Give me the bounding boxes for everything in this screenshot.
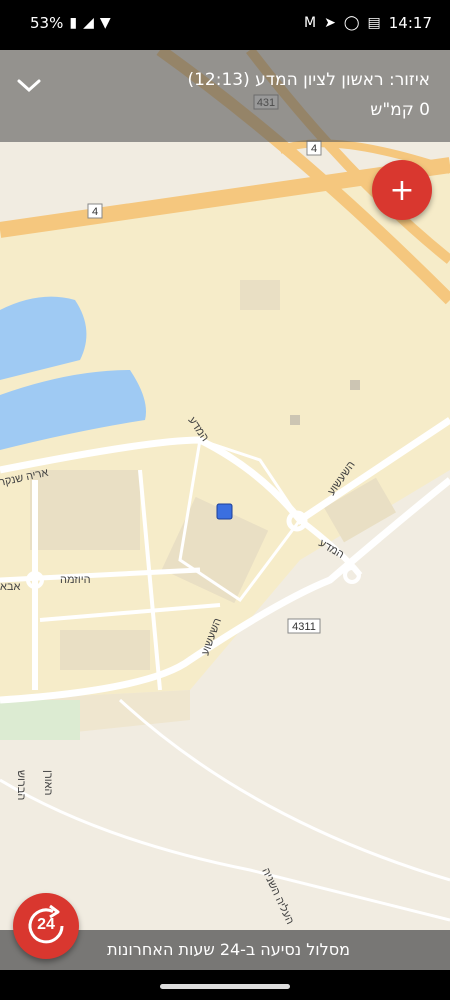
chevron-down-icon[interactable] bbox=[14, 70, 44, 100]
building bbox=[60, 630, 150, 670]
history-route-label: מסלול נסיעה ב-24 שעות האחרונות bbox=[107, 940, 350, 959]
clock: 14:17 bbox=[388, 14, 432, 32]
speed-label: 0 קמ"ש bbox=[370, 100, 430, 120]
road-shield-4: 4 bbox=[306, 140, 322, 156]
road-shield-4311: 4311 bbox=[287, 618, 321, 634]
status-right: M ➤ ◯ ▤ 14:17 bbox=[304, 14, 432, 32]
building bbox=[30, 470, 140, 550]
street-label: הברוש bbox=[15, 770, 27, 800]
building bbox=[290, 415, 300, 425]
add-button[interactable]: + bbox=[372, 160, 432, 220]
gesture-handle[interactable] bbox=[160, 984, 290, 989]
park-area bbox=[0, 700, 80, 740]
zone-label: איזור: ראשון לציון המדע (12:13) bbox=[187, 70, 430, 90]
street-label: היוזמה bbox=[60, 574, 91, 586]
signal-icon: ◢ bbox=[83, 15, 94, 31]
plus-icon: + bbox=[389, 172, 415, 208]
svg-text:4: 4 bbox=[311, 143, 317, 155]
zone-header: איזור: ראשון לציון המדע (12:13) 0 קמ"ש bbox=[0, 50, 450, 142]
gmail-icon: M bbox=[304, 15, 317, 31]
street-label: אבא bbox=[0, 581, 20, 593]
building bbox=[350, 380, 360, 390]
road-shield-4: 4 bbox=[87, 203, 103, 219]
navigation-bar bbox=[0, 970, 450, 1000]
status-bar: 53% ▮ ◢ ▼ M ➤ ◯ ▤ 14:17 bbox=[0, 0, 450, 50]
street-label: האורן bbox=[42, 770, 54, 795]
vehicle-location-marker[interactable] bbox=[216, 503, 233, 520]
battery-percent: 53% bbox=[30, 14, 64, 32]
svg-text:4311: 4311 bbox=[292, 621, 316, 633]
history-24h-button[interactable]: 24 bbox=[13, 893, 79, 959]
battery-icon: ▮ bbox=[69, 15, 78, 31]
wifi-icon: ▼ bbox=[99, 15, 111, 31]
status-left: 53% ▮ ◢ ▼ bbox=[30, 14, 111, 32]
telegram-icon: ➤ bbox=[324, 15, 336, 31]
building bbox=[240, 280, 280, 310]
message-icon: ▤ bbox=[367, 15, 381, 31]
whatsapp-icon: ◯ bbox=[343, 15, 360, 31]
svg-text:4: 4 bbox=[92, 206, 98, 218]
history-badge: 24 bbox=[37, 916, 55, 933]
